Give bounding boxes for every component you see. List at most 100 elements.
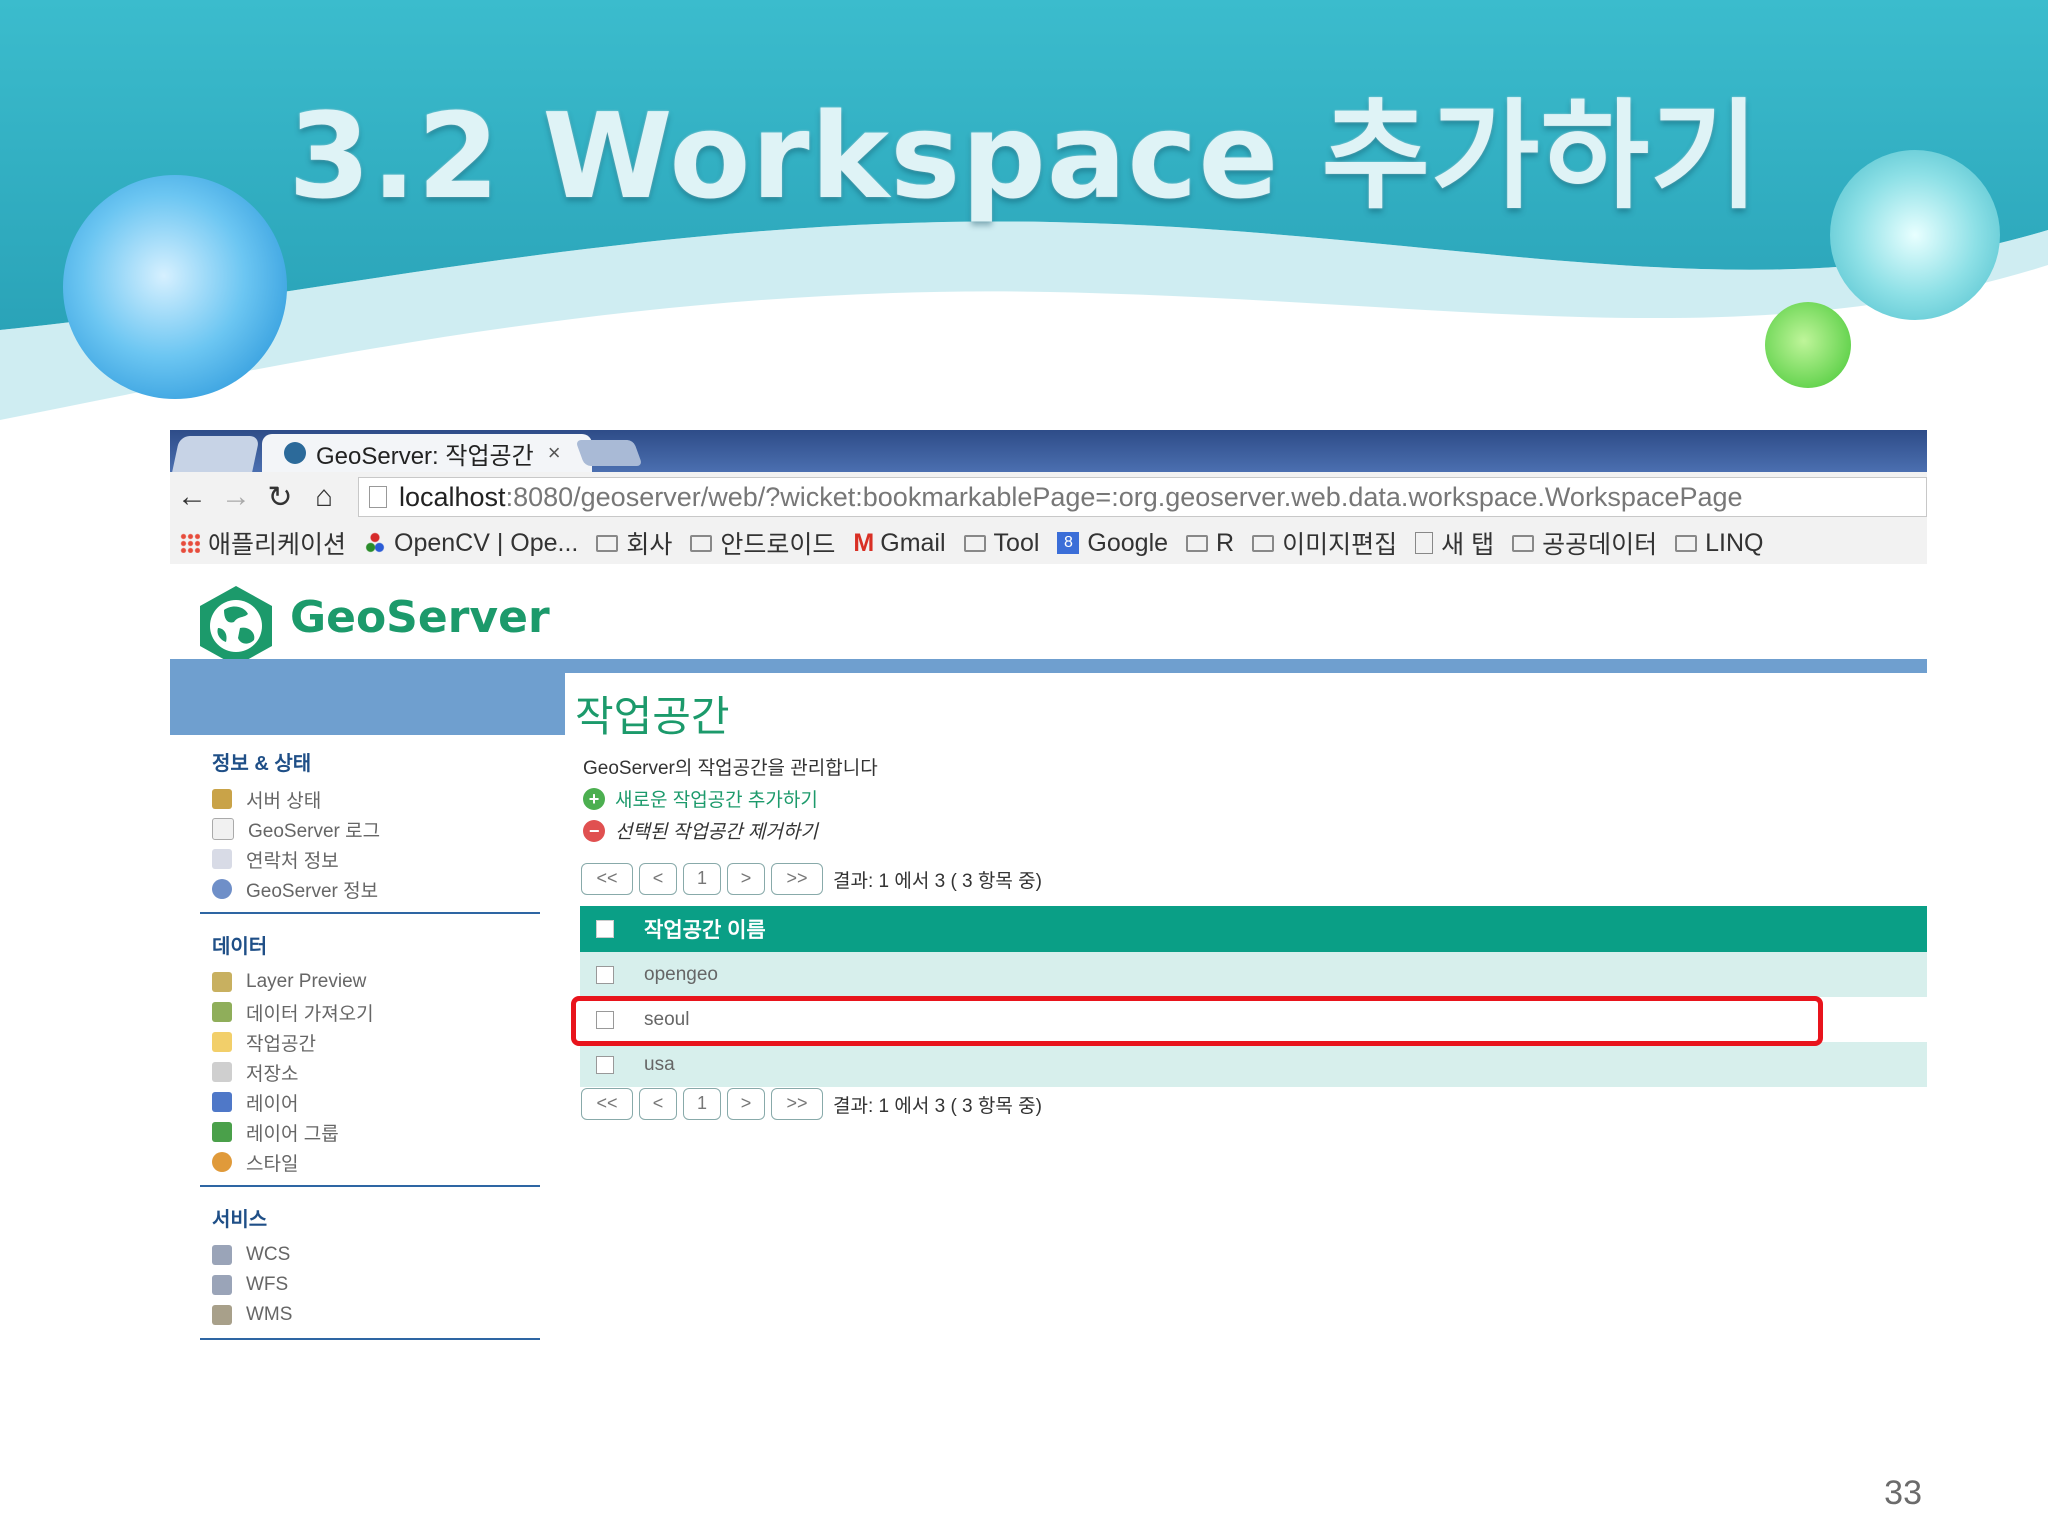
forward-arrow-icon[interactable]: →	[214, 480, 258, 514]
folder-icon	[1186, 534, 1209, 552]
table-header: 작업공간 이름	[580, 906, 1927, 952]
geoserver-globe-icon	[200, 586, 272, 666]
current-page-button[interactable]: 1	[683, 863, 721, 895]
remove-workspace-label: 선택된 작업공간 제거하기	[615, 822, 818, 843]
new-tab-button[interactable]	[575, 440, 643, 466]
remove-workspace-link[interactable]: − 선택된 작업공간 제거하기	[583, 817, 818, 844]
url-path: :8080/geoserver/web/?wicket:bookmarkable…	[505, 481, 1743, 512]
bookmark-folder[interactable]: 이미지편집	[1252, 525, 1397, 561]
sidebar-item-wcs[interactable]: WCS	[212, 1240, 565, 1270]
folder-icon	[963, 534, 986, 552]
bookmarks-bar: 애플리케이션 OpenCV | Ope... 회사 안드로이드 M Gmail T…	[170, 522, 1927, 565]
bookmark-apps[interactable]: 애플리케이션	[180, 525, 346, 561]
sidebar-item-layer-groups[interactable]: 레이어 그룹	[212, 1117, 565, 1147]
geoserver-header: GeoServer	[170, 564, 1927, 666]
bookmark-gmail[interactable]: M Gmail	[853, 529, 945, 558]
sidebar-item-layers[interactable]: 레이어	[212, 1087, 565, 1117]
pager-result-text: 결과: 1 에서 3 ( 3 항목 중)	[833, 870, 1042, 892]
layer-group-icon	[212, 1122, 232, 1142]
address-bar[interactable]: localhost :8080/geoserver/web/?wicket:bo…	[358, 477, 1927, 517]
select-all-checkbox[interactable]	[596, 920, 614, 938]
sidebar-section-title: 데이터	[212, 936, 268, 958]
geoserver-logo-text[interactable]: GeoServer	[290, 592, 550, 643]
row-checkbox[interactable]	[596, 1055, 614, 1074]
sidebar-item-server-status[interactable]: 서버 상태	[212, 784, 565, 814]
close-tab-icon[interactable]: ×	[548, 440, 561, 466]
folder-icon	[212, 1032, 232, 1052]
sidebar-item-geoserver-log[interactable]: GeoServer 로그	[212, 814, 565, 844]
sidebar-section-title: 정보 & 상태	[212, 753, 312, 775]
header-band	[170, 659, 1927, 673]
reload-icon[interactable]: ↻	[258, 480, 302, 515]
add-workspace-label: 새로운 작업공간 추가하기	[615, 790, 818, 811]
sidebar-item-stores[interactable]: 저장소	[212, 1057, 565, 1087]
info-globe-icon	[212, 879, 232, 899]
bookmark-folder[interactable]: 안드로이드	[690, 525, 835, 561]
add-workspace-link[interactable]: + 새로운 작업공간 추가하기	[583, 785, 818, 812]
workspace-name-link[interactable]: usa	[644, 1054, 675, 1076]
service-wcs-icon	[212, 1245, 232, 1265]
map-preview-icon	[212, 972, 232, 992]
sidebar-section-title: 서비스	[212, 1209, 268, 1231]
sidebar-section-services: 서비스 WCS WFS WMS	[170, 1191, 565, 1330]
sidebar-item-about[interactable]: GeoServer 정보	[212, 874, 565, 904]
first-page-button[interactable]: <<	[581, 863, 633, 895]
back-arrow-icon[interactable]: ←	[170, 480, 214, 514]
next-page-button[interactable]: >	[727, 863, 765, 895]
sidebar-item-workspaces[interactable]: 작업공간	[212, 1027, 565, 1057]
bookmark-folder[interactable]: Tool	[963, 529, 1039, 558]
decorative-bubble-green	[1765, 302, 1851, 388]
sidebar-item-layer-preview[interactable]: Layer Preview	[212, 967, 565, 997]
folder-icon	[1512, 534, 1535, 552]
opencv-icon	[364, 532, 387, 554]
prev-page-button[interactable]: <	[639, 863, 677, 895]
folder-icon	[1252, 534, 1275, 552]
page-number: 33	[1884, 1474, 1922, 1512]
sidebar-divider	[200, 1338, 540, 1340]
bookmark-folder[interactable]: LINQ	[1675, 529, 1763, 558]
folder-icon	[596, 534, 619, 552]
current-page-button[interactable]: 1	[683, 1088, 721, 1120]
prev-page-button[interactable]: <	[639, 1088, 677, 1120]
bookmark-folder[interactable]: R	[1186, 529, 1234, 558]
sidebar-item-contact[interactable]: 연락처 정보	[212, 844, 565, 874]
gmail-icon: M	[853, 528, 875, 557]
google-icon: 8	[1057, 532, 1080, 554]
sidebar-item-wms[interactable]: WMS	[212, 1300, 565, 1330]
sidebar-item-styles[interactable]: 스타일	[212, 1147, 565, 1177]
column-header-workspace-name[interactable]: 작업공간 이름	[644, 914, 766, 944]
sidebar-item-import-data[interactable]: 데이터 가져오기	[212, 997, 565, 1027]
home-icon[interactable]: ⌂	[302, 480, 346, 514]
bookmark-new-tab[interactable]: 새 탭	[1415, 525, 1494, 561]
next-page-button[interactable]: >	[727, 1088, 765, 1120]
server-status-icon	[212, 789, 232, 809]
first-page-button[interactable]: <<	[581, 1088, 633, 1120]
folder-icon	[690, 534, 713, 552]
tab-stub	[172, 436, 260, 472]
pager-bottom: << < 1 > >> 결과: 1 에서 3 ( 3 항목 중)	[581, 1088, 1042, 1120]
pager-result-text: 결과: 1 에서 3 ( 3 항목 중)	[833, 1095, 1042, 1117]
add-icon: +	[583, 787, 605, 810]
bookmark-folder[interactable]: 회사	[596, 525, 672, 561]
bookmark-opencv[interactable]: OpenCV | Ope...	[364, 529, 578, 558]
sidebar-item-wfs[interactable]: WFS	[212, 1270, 565, 1300]
sidebar-divider	[200, 912, 540, 914]
table-row: opengeo	[580, 952, 1927, 997]
database-icon	[212, 1062, 232, 1082]
pager-top: << < 1 > >> 결과: 1 에서 3 ( 3 항목 중)	[581, 863, 1042, 895]
last-page-button[interactable]: >>	[771, 1088, 823, 1120]
sidebar-section-data: 데이터 Layer Preview 데이터 가져오기 작업공간 저장소 레이어 …	[170, 918, 565, 1177]
bookmark-google[interactable]: 8 Google	[1057, 529, 1168, 558]
page-description: GeoServer의 작업공간을 관리합니다	[583, 758, 878, 779]
browser-tab[interactable]: GeoServer: 작업공간 ×	[262, 434, 592, 472]
sidebar-band	[170, 673, 565, 735]
palette-icon	[212, 1152, 232, 1172]
row-checkbox[interactable]	[596, 965, 614, 984]
last-page-button[interactable]: >>	[771, 863, 823, 895]
workspace-name-link[interactable]: opengeo	[644, 964, 718, 986]
url-host: localhost	[399, 481, 506, 512]
browser-toolbar: ← → ↻ ⌂ localhost :8080/geoserver/web/?w…	[170, 472, 1927, 522]
tab-bar: GeoServer: 작업공간 ×	[170, 430, 1927, 472]
bookmark-folder[interactable]: 공공데이터	[1512, 525, 1657, 561]
service-wfs-icon	[212, 1275, 232, 1295]
